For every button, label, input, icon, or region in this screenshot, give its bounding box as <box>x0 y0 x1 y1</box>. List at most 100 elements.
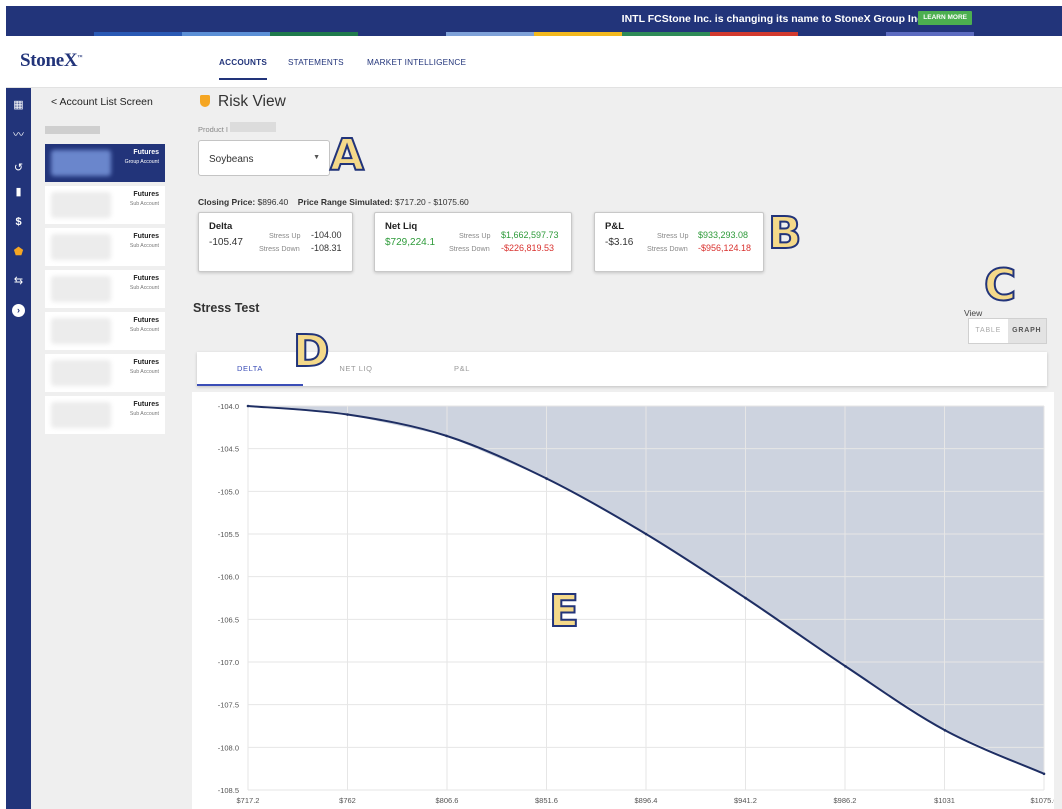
dollar-icon[interactable]: $ <box>6 215 31 229</box>
delta-card: Delta -105.47 Stress Up -104.00 Stress D… <box>198 212 353 272</box>
price-info: Closing Price: $896.40 Price Range Simul… <box>198 197 469 207</box>
account-list-item[interactable]: Futures Sub Account <box>45 228 165 266</box>
net-liq-stress-down-label: Stress Down <box>449 244 490 253</box>
banner-text: INTL FCStone Inc. is changing its name t… <box>621 13 926 25</box>
account-id-redacted <box>45 126 100 134</box>
product-id-redacted <box>230 122 276 132</box>
account-name-redacted <box>51 276 111 302</box>
callout-c: C <box>983 260 1017 311</box>
x-tick-label: $851.6 <box>535 796 558 805</box>
bar-chart-icon[interactable]: ▮ <box>6 185 31 199</box>
tab-pnl[interactable]: P&L <box>409 352 515 386</box>
nav-tab-statements[interactable]: STATEMENTS <box>288 58 344 67</box>
pnl-stress-down-label: Stress Down <box>647 244 688 253</box>
x-tick-label: $1075.6 <box>1030 796 1054 805</box>
account-type: Futures <box>133 317 159 324</box>
chevron-right-icon[interactable]: › <box>12 304 25 317</box>
account-type: Futures <box>133 275 159 282</box>
history-icon[interactable]: ↺ <box>6 161 31 175</box>
account-subtype: Group Account <box>124 159 159 165</box>
account-list-back-link[interactable]: < Account List Screen <box>51 96 153 108</box>
product-select-value: Soybeans <box>209 154 254 165</box>
account-list-item[interactable]: Futures Sub Account <box>45 186 165 224</box>
callout-a: A <box>329 130 365 181</box>
account-name-redacted <box>51 192 111 218</box>
account-name-redacted <box>51 150 111 176</box>
account-list-item[interactable]: Futures Sub Account <box>45 312 165 350</box>
tab-delta[interactable]: DELTA <box>197 352 303 386</box>
learn-more-button[interactable]: LEARN MORE <box>918 11 972 25</box>
account-name-redacted <box>51 234 111 260</box>
account-subtype: Sub Account <box>129 243 159 249</box>
x-tick-label: $806.6 <box>436 796 459 805</box>
price-range-label: Price Range Simulated: <box>297 197 393 207</box>
stress-test-chart-svg: $717.2 $762 $806.6 $851.6 $896.4 $941.2 $986.2… <box>218 402 1054 805</box>
risk-view-main: Risk View Product I Soybeans ▼ Closing P… <box>176 88 1062 809</box>
x-tick-label: $941.2 <box>734 796 757 805</box>
dashboard-icon[interactable]: ▦ <box>6 98 31 112</box>
account-list-item[interactable]: Futures Sub Account <box>45 396 165 434</box>
announcement-banner: INTL FCStone Inc. is changing its name t… <box>6 6 1062 32</box>
delta-data-point <box>644 532 648 536</box>
account-list-item[interactable]: Futures Sub Account <box>45 270 165 308</box>
page-title: Risk View <box>218 93 286 110</box>
delta-data-point <box>844 664 847 668</box>
price-range-value: $717.20 - $1075.60 <box>395 197 469 207</box>
account-type: Futures <box>133 359 159 366</box>
delta-stress-down-label: Stress Down <box>259 244 300 253</box>
delta-data-point <box>943 728 947 732</box>
stress-test-title: Stress Test <box>193 301 260 315</box>
shield-icon[interactable]: ⬟ <box>6 245 31 259</box>
x-tick-label: $986.2 <box>834 796 857 805</box>
y-tick-label: -105.0 <box>218 487 239 496</box>
y-tick-label: -108.0 <box>218 743 239 752</box>
account-list-item[interactable]: Futures Sub Account <box>45 354 165 392</box>
product-select[interactable]: Soybeans ▼ <box>198 140 330 176</box>
net-liq-card-title: Net Liq <box>385 221 418 232</box>
account-list-panel: < Account List Screen Futures Group Accou… <box>31 88 176 809</box>
account-name-redacted <box>51 402 111 428</box>
y-tick-label: -104.5 <box>218 445 239 454</box>
net-liq-card: Net Liq $729,224.1 Stress Up $1,662,597.… <box>374 212 572 272</box>
delta-data-point <box>445 434 448 438</box>
account-subtype: Sub Account <box>129 327 159 333</box>
view-graph-button[interactable]: GRAPH <box>1007 319 1046 343</box>
product-label: Product I <box>198 125 229 134</box>
top-navigation: StoneX™ ACCOUNTS STATEMENTS MARKET INTEL… <box>6 36 1062 88</box>
transfer-icon[interactable]: ⇆ <box>6 274 31 288</box>
delta-card-value: -105.47 <box>209 237 243 248</box>
delta-data-point <box>1042 772 1046 776</box>
account-subtype: Sub Account <box>129 201 159 207</box>
delta-stress-down-value: -108.31 <box>311 243 342 253</box>
icon-rail: ▦ 〰 ↺ ▮ $ ⬟ ⇆ › <box>6 88 31 809</box>
delta-data-point <box>545 477 548 480</box>
pnl-card-value: -$3.16 <box>605 237 634 248</box>
trend-icon[interactable]: 〰 <box>6 128 31 142</box>
nav-tab-market-intelligence[interactable]: MARKET INTELLIGENCE <box>367 58 466 67</box>
y-tick-label: -108.5 <box>218 786 239 795</box>
account-subtype: Sub Account <box>129 411 159 417</box>
nav-tab-accounts[interactable]: ACCOUNTS <box>219 58 267 80</box>
view-label: View <box>964 308 983 318</box>
x-tick-label: $717.2 <box>237 796 260 805</box>
account-type: Futures <box>133 191 159 198</box>
pnl-stress-up-label: Stress Up <box>657 231 689 240</box>
net-liq-card-value: $729,224.1 <box>385 237 436 248</box>
net-liq-stress-up-value: $1,662,597.73 <box>501 230 559 240</box>
callout-e: E <box>548 586 580 637</box>
account-type: Futures <box>133 401 159 408</box>
pnl-card-title: P&L <box>605 221 624 232</box>
account-type: Futures <box>133 149 159 156</box>
y-tick-label: -105.5 <box>218 530 239 539</box>
account-name-redacted <box>51 360 111 386</box>
account-list-item[interactable]: Futures Group Account <box>45 144 165 182</box>
account-type: Futures <box>133 233 159 240</box>
account-subtype: Sub Account <box>129 285 159 291</box>
stonex-logo[interactable]: StoneX™ <box>20 50 82 72</box>
delta-data-point <box>246 404 250 408</box>
callout-b: B <box>767 208 803 259</box>
delta-stress-up-label: Stress Up <box>269 231 301 240</box>
x-tick-label: $1031 <box>934 796 955 805</box>
view-table-button[interactable]: TABLE <box>969 319 1008 343</box>
x-tick-label: $896.4 <box>635 796 658 805</box>
